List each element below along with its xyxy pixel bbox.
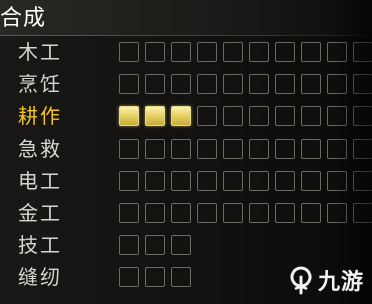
level-box-empty — [145, 203, 165, 223]
level-box-empty — [223, 203, 243, 223]
level-box-empty — [275, 203, 295, 223]
level-box-empty — [119, 203, 139, 223]
level-box-empty — [249, 170, 269, 191]
level-box-empty — [301, 170, 321, 191]
skill-row[interactable]: 技工 — [0, 231, 372, 259]
header-divider — [0, 35, 372, 36]
skill-row[interactable]: 电工 — [0, 167, 372, 195]
skill-label: 技工 — [18, 233, 62, 258]
level-box-empty — [171, 235, 191, 256]
level-box-filled — [145, 106, 165, 127]
level-box-empty — [223, 74, 243, 95]
skill-label: 电工 — [18, 168, 62, 193]
skill-row[interactable]: 木工 — [0, 38, 372, 66]
level-box-empty — [145, 138, 165, 159]
level-box-empty — [249, 138, 269, 159]
level-box-empty — [223, 170, 243, 191]
level-box-empty — [301, 138, 321, 159]
level-box-empty — [145, 74, 165, 95]
skill-label: 耕作 — [18, 104, 62, 129]
level-box-empty — [223, 42, 243, 62]
jiuyou-logo-icon — [290, 266, 312, 295]
level-box-empty — [119, 267, 139, 288]
skill-row[interactable]: 金工 — [0, 199, 372, 227]
skill-label: 缝纫 — [18, 265, 62, 290]
level-box-empty — [249, 74, 269, 95]
skill-label: 烹饪 — [18, 72, 62, 97]
level-box-empty — [145, 267, 165, 288]
level-box-empty — [171, 267, 191, 288]
level-box-empty — [275, 42, 295, 62]
level-box-empty — [119, 170, 139, 191]
level-box-empty — [145, 170, 165, 191]
skill-row[interactable]: 烹饪 — [0, 70, 372, 98]
level-box-empty — [197, 138, 217, 159]
header-bar — [0, 0, 372, 36]
level-box-empty — [197, 74, 217, 95]
panel-title: 合成 — [0, 6, 47, 31]
watermark: 九游 — [286, 262, 364, 298]
level-box-empty — [145, 42, 165, 62]
level-box-empty — [275, 106, 295, 127]
level-box-empty — [119, 235, 139, 256]
level-box-empty — [197, 42, 217, 62]
level-box-empty — [249, 42, 269, 62]
skill-label: 急救 — [18, 136, 62, 161]
level-box-empty — [171, 203, 191, 223]
level-box-empty — [275, 74, 295, 95]
level-box-empty — [171, 74, 191, 95]
level-box-filled — [119, 106, 139, 127]
level-box-empty — [197, 170, 217, 191]
level-box-empty — [119, 42, 139, 62]
level-box-empty — [249, 203, 269, 223]
skill-label: 金工 — [18, 201, 62, 225]
level-box-empty — [275, 170, 295, 191]
level-box-empty — [119, 74, 139, 95]
level-box-empty — [171, 170, 191, 191]
skill-level-boxes — [119, 267, 197, 289]
level-box-empty — [223, 138, 243, 159]
level-box-empty — [171, 42, 191, 62]
level-box-empty — [301, 42, 321, 62]
level-box-empty — [249, 106, 269, 127]
level-box-empty — [145, 235, 165, 256]
level-box-empty — [275, 138, 295, 159]
level-box-empty — [301, 203, 321, 223]
level-box-empty — [197, 106, 217, 127]
crafting-panel: 合成 木工烹饪耕作急救电工金工技工缝纫 九游 — [0, 0, 372, 304]
level-box-filled — [171, 106, 191, 127]
level-box-empty — [171, 138, 191, 159]
skill-row[interactable]: 耕作 — [0, 102, 372, 130]
level-box-empty — [119, 138, 139, 159]
skill-level-boxes — [119, 235, 197, 257]
level-box-empty — [301, 74, 321, 95]
level-box-empty — [197, 203, 217, 223]
level-box-empty — [223, 106, 243, 127]
skill-label: 木工 — [18, 40, 62, 64]
watermark-text: 九游 — [317, 270, 364, 295]
edge-shade — [332, 0, 372, 304]
skill-row[interactable]: 急救 — [0, 135, 372, 163]
level-box-empty — [301, 106, 321, 127]
